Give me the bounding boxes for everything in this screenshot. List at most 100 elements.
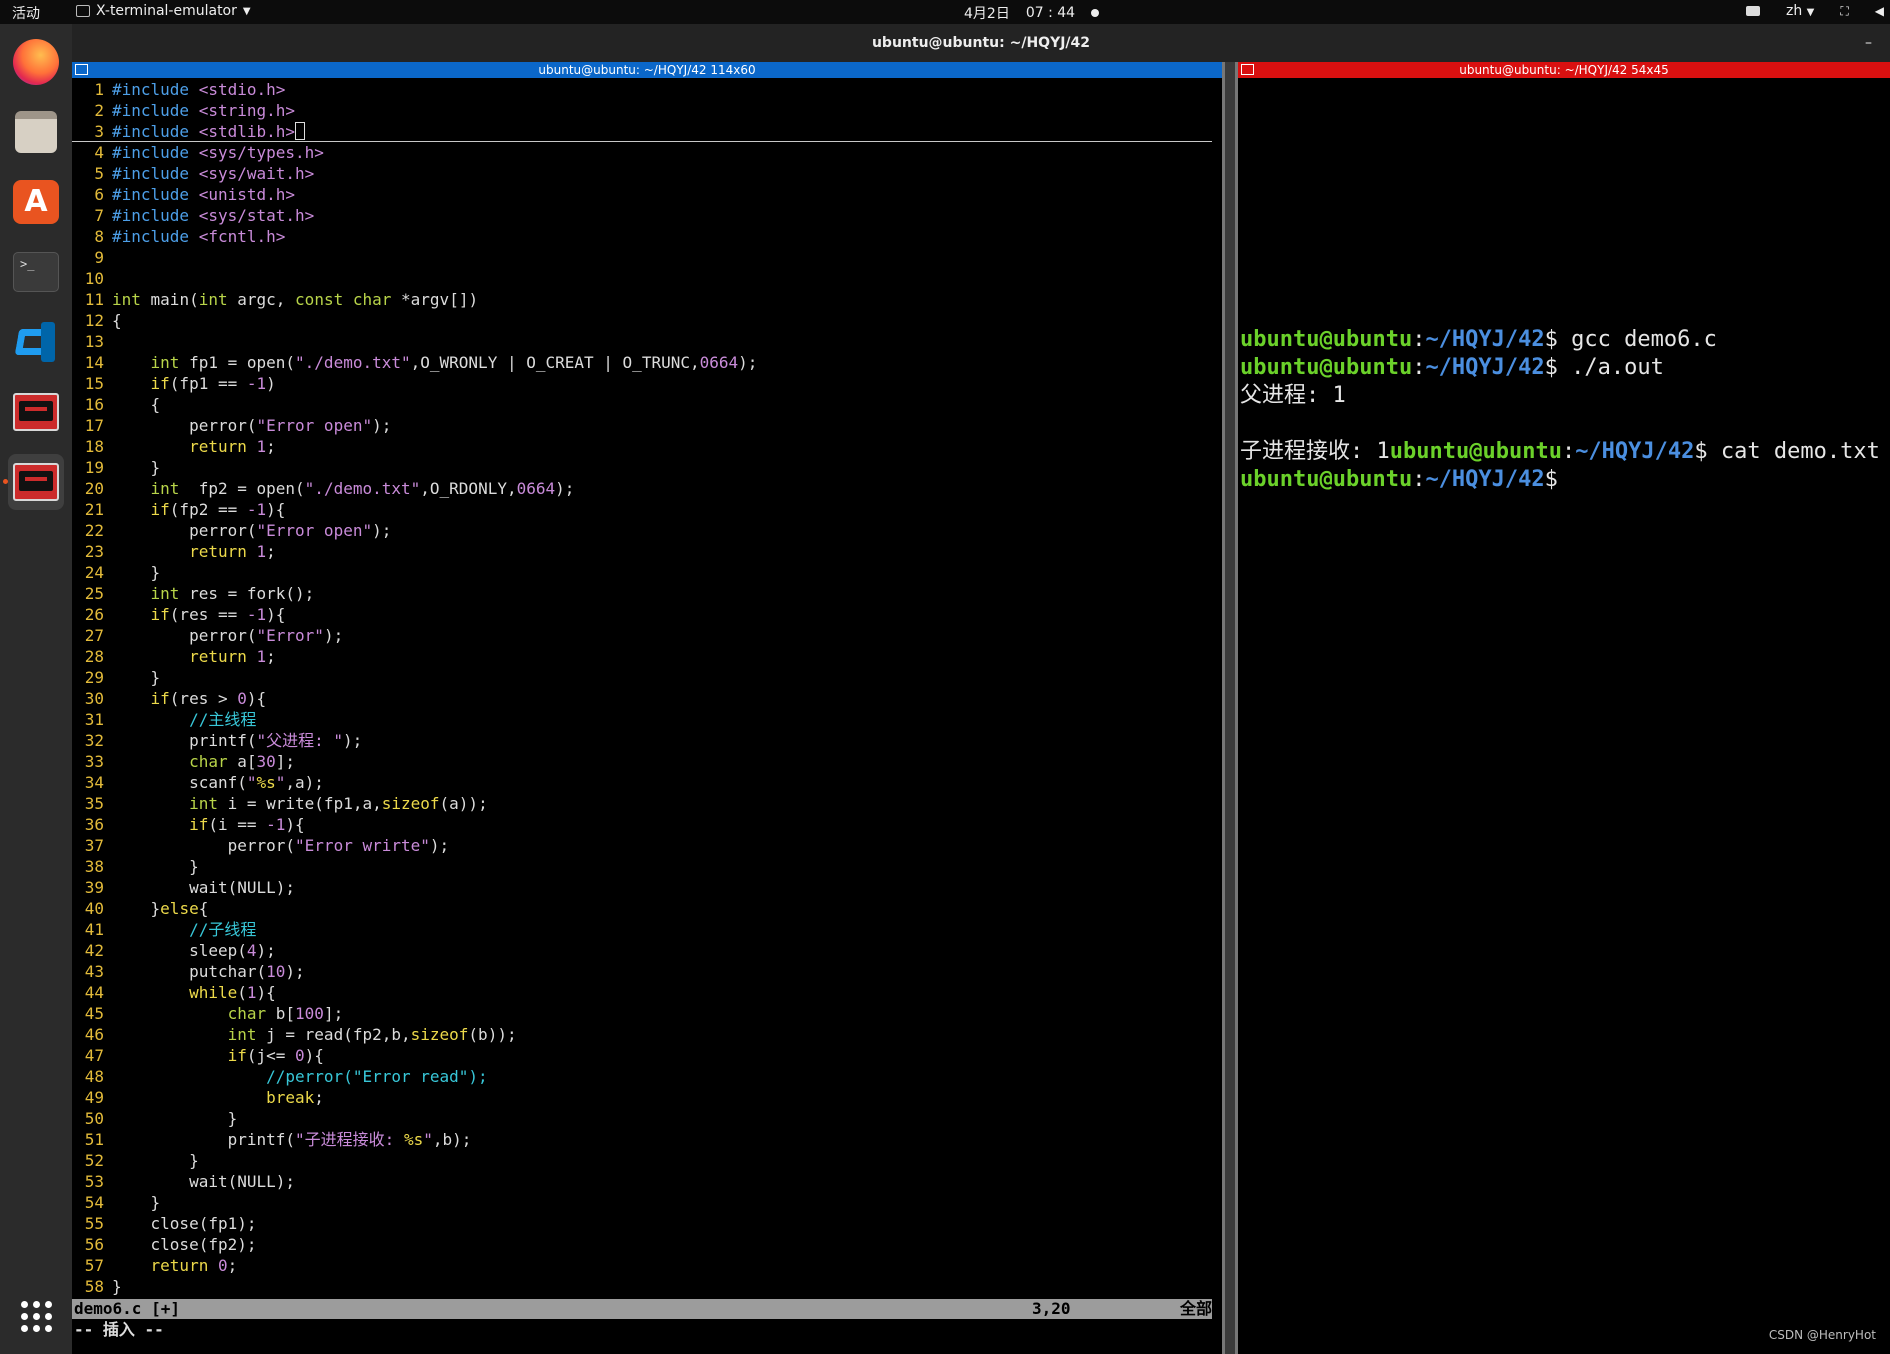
- code-line[interactable]: 23 return 1;: [72, 541, 1212, 562]
- code-token: ): [266, 374, 276, 393]
- terminal-icon: >_: [13, 252, 59, 292]
- code-token: %s: [256, 773, 276, 792]
- code-line[interactable]: 8 #include <fcntl.h>: [72, 226, 1212, 247]
- code-line[interactable]: 31 //主线程: [72, 709, 1212, 730]
- pane-menu-icon[interactable]: [1241, 64, 1254, 75]
- volume-icon[interactable]: ◀: [1875, 4, 1884, 18]
- code-line[interactable]: 7 #include <sys/stat.h>: [72, 205, 1212, 226]
- code-line[interactable]: 32 printf("父进程: ");: [72, 730, 1212, 751]
- code-line[interactable]: 37 perror("Error wrirte");: [72, 835, 1212, 856]
- code-line[interactable]: 4 #include <sys/types.h>: [72, 142, 1212, 163]
- code-line[interactable]: 9: [72, 247, 1212, 268]
- line-number: 57: [84, 1256, 104, 1275]
- code-line[interactable]: 24 }: [72, 562, 1212, 583]
- dock-firefox[interactable]: [8, 34, 64, 90]
- code-line[interactable]: 57 return 0;: [72, 1255, 1212, 1276]
- code-token: perror(: [112, 416, 257, 435]
- code-line[interactable]: 12 {: [72, 310, 1212, 331]
- code-line[interactable]: 13: [72, 331, 1212, 352]
- activities-button[interactable]: 活动: [12, 3, 40, 23]
- code-line[interactable]: 51 printf("子进程接收: %s",b);: [72, 1129, 1212, 1150]
- dock-terminal[interactable]: >_: [8, 244, 64, 300]
- code-line[interactable]: 33 char a[30];: [72, 751, 1212, 772]
- dock-vscode[interactable]: [8, 314, 64, 370]
- code-line[interactable]: 55 close(fp1);: [72, 1213, 1212, 1234]
- code-line[interactable]: 16 {: [72, 394, 1212, 415]
- code-line[interactable]: 53 wait(NULL);: [72, 1171, 1212, 1192]
- input-method-menu[interactable]: zh ▼: [1786, 3, 1814, 19]
- code-line[interactable]: 27 perror("Error");: [72, 625, 1212, 646]
- code-line[interactable]: 28 return 1;: [72, 646, 1212, 667]
- code-line[interactable]: 49 break;: [72, 1087, 1212, 1108]
- code-line[interactable]: 6 #include <unistd.h>: [72, 184, 1212, 205]
- code-line[interactable]: 26 if(res == -1){: [72, 604, 1212, 625]
- vim-editor[interactable]: 1 #include <stdio.h> 2 #include <string.h> 3…: [72, 79, 1212, 1297]
- code-line[interactable]: 44 while(1){: [72, 982, 1212, 1003]
- code-token: %s: [403, 1130, 424, 1149]
- dock-files[interactable]: [8, 104, 64, 160]
- clock[interactable]: 4月2日 07 : 44: [964, 3, 1100, 23]
- code-line[interactable]: 52 }: [72, 1150, 1212, 1171]
- code-line[interactable]: 10: [72, 268, 1212, 289]
- keyboard-icon[interactable]: [1745, 6, 1760, 16]
- code-line[interactable]: 46 int j = read(fp2,b,sizeof(b));: [72, 1024, 1212, 1045]
- code-line[interactable]: 54 }: [72, 1192, 1212, 1213]
- right-pane-title[interactable]: ubuntu@ubuntu: ~/HQYJ/42 54x45: [1238, 62, 1890, 78]
- code-line[interactable]: 43 putchar(10);: [72, 961, 1212, 982]
- code-line[interactable]: 35 int i = write(fp1,a,sizeof(a));: [72, 793, 1212, 814]
- code-line[interactable]: 18 return 1;: [72, 436, 1212, 457]
- code-token: ){: [256, 983, 276, 1002]
- code-line[interactable]: 47 if(j<= 0){: [72, 1045, 1212, 1066]
- code-line[interactable]: 11 int main(int argc, const char *argv[]): [72, 289, 1212, 310]
- code-token: -1: [246, 605, 267, 624]
- window-titlebar[interactable]: ubuntu@ubuntu: ~/HQYJ/42 –: [72, 24, 1890, 62]
- pane-menu-icon[interactable]: [75, 64, 88, 75]
- network-icon[interactable]: ⛶: [1840, 4, 1848, 19]
- code-line[interactable]: 2 #include <string.h>: [72, 100, 1212, 121]
- code-line[interactable]: 1 #include <stdio.h>: [72, 79, 1212, 100]
- app-menu[interactable]: X-terminal-emulator ▼: [76, 3, 251, 19]
- code-line[interactable]: 21 if(fp2 == -1){: [72, 499, 1212, 520]
- code-line[interactable]: 3 #include <stdlib.h>: [72, 121, 1212, 142]
- code-line[interactable]: 50 }: [72, 1108, 1212, 1129]
- code-line[interactable]: 20 int fp2 = open("./demo.txt",O_RDONLY,…: [72, 478, 1212, 499]
- code-line[interactable]: 41 //子线程: [72, 919, 1212, 940]
- code-line[interactable]: 38 }: [72, 856, 1212, 877]
- dock-xterm[interactable]: [8, 384, 64, 440]
- terminal-output[interactable]: ubuntu@ubuntu:~/HQYJ/42$ gcc demo6.c ubun…: [1240, 326, 1890, 494]
- code-token: "子进程接收:: [295, 1130, 404, 1149]
- code-line[interactable]: 29 }: [72, 667, 1212, 688]
- code-line[interactable]: 14 int fp1 = open("./demo.txt",O_WRONLY …: [72, 352, 1212, 373]
- code-line[interactable]: 40 }else{: [72, 898, 1212, 919]
- minimize-button[interactable]: –: [1865, 24, 1872, 62]
- code-line[interactable]: 58}: [72, 1276, 1212, 1297]
- code-line[interactable]: 17 perror("Error open");: [72, 415, 1212, 436]
- code-line[interactable]: 25 int res = fork();: [72, 583, 1212, 604]
- dock-xterm-active[interactable]: [3, 454, 64, 510]
- code-line[interactable]: 56 close(fp2);: [72, 1234, 1212, 1255]
- code-token: }: [112, 899, 161, 918]
- code-line[interactable]: 30 if(res > 0){: [72, 688, 1212, 709]
- right-terminal-pane[interactable]: ubuntu@ubuntu: ~/HQYJ/42 54x45 ubuntu@ub…: [1238, 62, 1890, 1354]
- code-line[interactable]: 45 char b[100];: [72, 1003, 1212, 1024]
- show-apps-button[interactable]: [8, 1288, 64, 1344]
- code-line[interactable]: 15 if(fp1 == -1): [72, 373, 1212, 394]
- dock-app-store[interactable]: A: [8, 174, 64, 230]
- terminal-line: ubuntu@ubuntu:~/HQYJ/42$ ./a.out: [1240, 354, 1890, 382]
- code-line[interactable]: 39 wait(NULL);: [72, 877, 1212, 898]
- code-line[interactable]: 42 sleep(4);: [72, 940, 1212, 961]
- code-line[interactable]: 36 if(i == -1){: [72, 814, 1212, 835]
- code-line[interactable]: 19 }: [72, 457, 1212, 478]
- code-line[interactable]: 34 scanf("%s",a);: [72, 772, 1212, 793]
- code-line[interactable]: 5 #include <sys/wait.h>: [72, 163, 1212, 184]
- pane-separator[interactable]: [1222, 62, 1238, 1354]
- code-line[interactable]: 22 perror("Error open");: [72, 520, 1212, 541]
- code-token: 1: [256, 437, 267, 456]
- left-terminal-pane[interactable]: ubuntu@ubuntu: ~/HQYJ/42 114x60 1 #includ…: [72, 62, 1222, 1354]
- left-pane-title[interactable]: ubuntu@ubuntu: ~/HQYJ/42 114x60: [72, 62, 1222, 78]
- code-line[interactable]: 48 //perror("Error read");: [72, 1066, 1212, 1087]
